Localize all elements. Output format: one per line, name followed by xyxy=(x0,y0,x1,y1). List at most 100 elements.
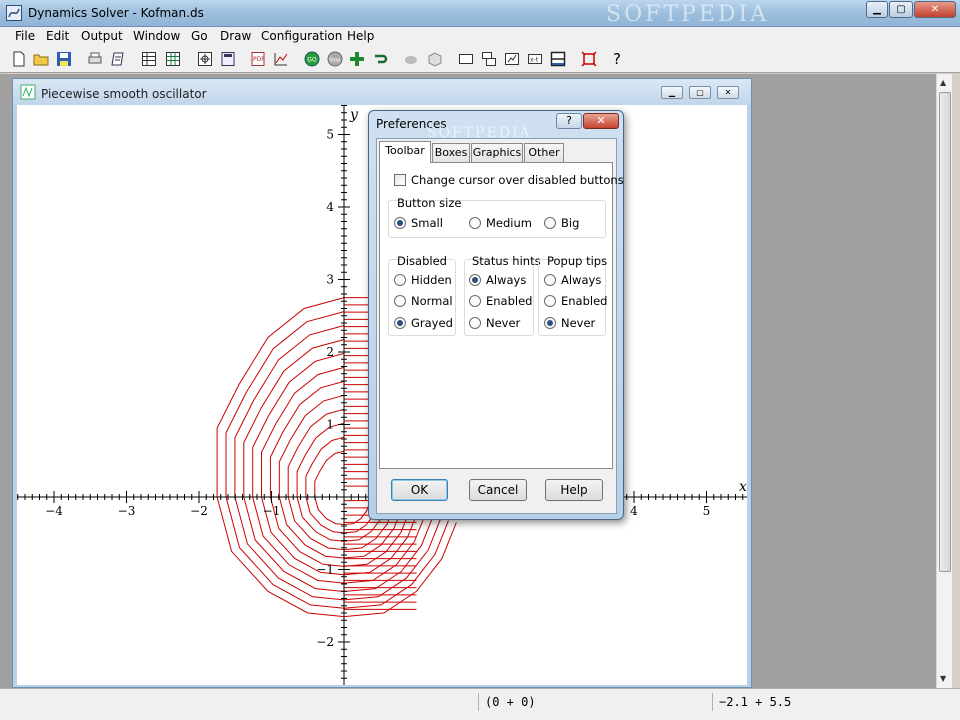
radio-hints-never[interactable] xyxy=(469,317,481,329)
y-tick-label: 3 xyxy=(326,273,334,287)
menu-configuration[interactable]: Configuration xyxy=(261,29,342,43)
radio-hints-never-label: Never xyxy=(486,316,521,330)
vertical-scrollbar[interactable]: ▲ ▼ xyxy=(936,74,952,688)
help-icon[interactable]: ? xyxy=(613,50,629,68)
maximize-button[interactable]: ▢ xyxy=(889,1,913,18)
dialog-body: Toolbar Boxes Graphics Other Change curs… xyxy=(376,138,624,514)
statusbar: (0 + 0) −2.1 + 5.5 xyxy=(0,688,960,720)
fit-window-icon[interactable] xyxy=(581,51,597,67)
dialog-help-button[interactable]: ? xyxy=(556,113,582,129)
table-grid-icon[interactable] xyxy=(165,51,181,67)
popup-tips-title: Popup tips xyxy=(547,254,608,268)
y-tick-label: 2 xyxy=(326,345,334,359)
menubar: File Edit Output Window Go Draw Configur… xyxy=(0,27,960,47)
menu-help[interactable]: Help xyxy=(347,29,374,43)
save-icon[interactable] xyxy=(56,51,72,67)
y-axis-label: y xyxy=(349,107,359,123)
change-cursor-checkbox[interactable] xyxy=(394,174,406,186)
radio-tips-always-label: Always xyxy=(561,273,602,287)
x-tick-label: −4 xyxy=(45,504,63,518)
radio-size-medium[interactable] xyxy=(469,217,481,229)
child-minimize-button[interactable]: ▁ xyxy=(661,86,683,99)
tab-toolbar[interactable]: Toolbar xyxy=(379,141,431,163)
ok-button[interactable]: OK xyxy=(391,479,448,501)
y-tick-label: 4 xyxy=(326,200,334,214)
cancel-button[interactable]: Cancel xyxy=(469,479,527,501)
radio-size-big[interactable] xyxy=(544,217,556,229)
radio-disabled-hidden[interactable] xyxy=(394,274,406,286)
plot-icon[interactable] xyxy=(273,51,289,67)
menu-go[interactable]: Go xyxy=(191,29,208,43)
radio-size-small[interactable] xyxy=(394,217,406,229)
add-icon[interactable] xyxy=(349,51,365,67)
go-icon[interactable]: GO xyxy=(304,51,320,67)
help-button[interactable]: Help xyxy=(545,479,603,501)
y-tick-label: 1 xyxy=(326,418,334,432)
radio-tips-always[interactable] xyxy=(544,274,556,286)
scroll-thumb[interactable] xyxy=(939,92,951,572)
radio-disabled-normal-label: Normal xyxy=(411,294,453,308)
close-button[interactable]: ✕ xyxy=(914,1,956,18)
calculator-icon[interactable] xyxy=(220,51,236,67)
open-folder-icon[interactable] xyxy=(33,51,49,67)
watermark-text: SOFTPEDIA xyxy=(606,2,770,27)
plot-window-titlebar: Piecewise smooth oscillator ▁ ▢ ✕ xyxy=(13,79,751,105)
change-cursor-label: Change cursor over disabled buttons xyxy=(411,173,624,187)
new-file-icon[interactable] xyxy=(11,51,27,67)
app-titlebar: Dynamics Solver - Kofman.ds SOFTPEDIA ▁ … xyxy=(0,0,960,27)
compare-icon[interactable]: x-t xyxy=(527,51,543,67)
scroll-up-icon[interactable]: ▲ xyxy=(940,78,946,87)
scroll-down-icon[interactable]: ▼ xyxy=(940,674,946,683)
radio-tips-enabled[interactable] xyxy=(544,295,556,307)
tile-icon[interactable] xyxy=(504,51,520,67)
menu-file[interactable]: File xyxy=(15,29,35,43)
pdf-icon[interactable]: PDF xyxy=(250,51,266,67)
toolbar: PDF GO Stop x-t ? xyxy=(0,47,960,73)
plot-window-title: Piecewise smooth oscillator xyxy=(41,87,207,101)
child-close-button[interactable]: ✕ xyxy=(717,86,739,99)
window-icon[interactable] xyxy=(458,51,474,67)
cloud-icon[interactable] xyxy=(403,51,419,67)
tab-other[interactable]: Other xyxy=(524,143,564,162)
stop-icon[interactable]: Stop xyxy=(327,51,343,67)
radio-hints-enabled[interactable] xyxy=(469,295,481,307)
preferences-dialog: Preferences SOFTPEDIA ? ✕ Toolbar Boxes … xyxy=(368,110,624,520)
x-tick-label: −2 xyxy=(190,504,208,518)
radio-tips-never[interactable] xyxy=(544,317,556,329)
status-coords: (0 + 0) xyxy=(478,693,710,711)
maximize-icon: ▢ xyxy=(896,4,906,15)
print-preview-icon[interactable] xyxy=(110,51,126,67)
print-icon[interactable] xyxy=(87,51,103,67)
menu-edit[interactable]: Edit xyxy=(46,29,69,43)
x-tick-label: 5 xyxy=(703,504,711,518)
radio-disabled-grayed[interactable] xyxy=(394,317,406,329)
radio-hints-enabled-label: Enabled xyxy=(486,294,533,308)
radio-hints-always[interactable] xyxy=(469,274,481,286)
zoom-icon[interactable] xyxy=(197,51,213,67)
menu-output[interactable]: Output xyxy=(81,29,123,43)
y-tick-label: −2 xyxy=(316,635,334,649)
menu-draw[interactable]: Draw xyxy=(220,29,251,43)
minimize-button[interactable]: ▁ xyxy=(866,1,888,18)
radio-disabled-normal[interactable] xyxy=(394,295,406,307)
svg-text:Stop: Stop xyxy=(329,58,340,64)
table-icon[interactable] xyxy=(141,51,157,67)
menu-window[interactable]: Window xyxy=(133,29,180,43)
tab-graphics[interactable]: Graphics xyxy=(471,143,523,162)
status-range: −2.1 + 5.5 xyxy=(712,693,932,711)
layout-icon[interactable] xyxy=(550,51,566,67)
disabled-title: Disabled xyxy=(397,254,447,268)
x-tick-label: −3 xyxy=(118,504,136,518)
tab-panel-toolbar: Change cursor over disabled buttons Butt… xyxy=(379,162,624,469)
app-title: Dynamics Solver - Kofman.ds xyxy=(28,6,204,20)
3d-box-icon[interactable] xyxy=(427,51,443,67)
oscillator-icon xyxy=(20,84,36,100)
y-tick-label: −1 xyxy=(316,563,334,577)
child-restore-button[interactable]: ▢ xyxy=(689,86,711,99)
svg-text:PDF: PDF xyxy=(253,56,265,63)
return-icon[interactable] xyxy=(372,51,388,67)
tab-boxes[interactable]: Boxes xyxy=(432,143,470,162)
dialog-close-button[interactable]: ✕ xyxy=(583,113,619,129)
button-size-title: Button size xyxy=(397,196,462,210)
cascade-icon[interactable] xyxy=(481,51,497,67)
